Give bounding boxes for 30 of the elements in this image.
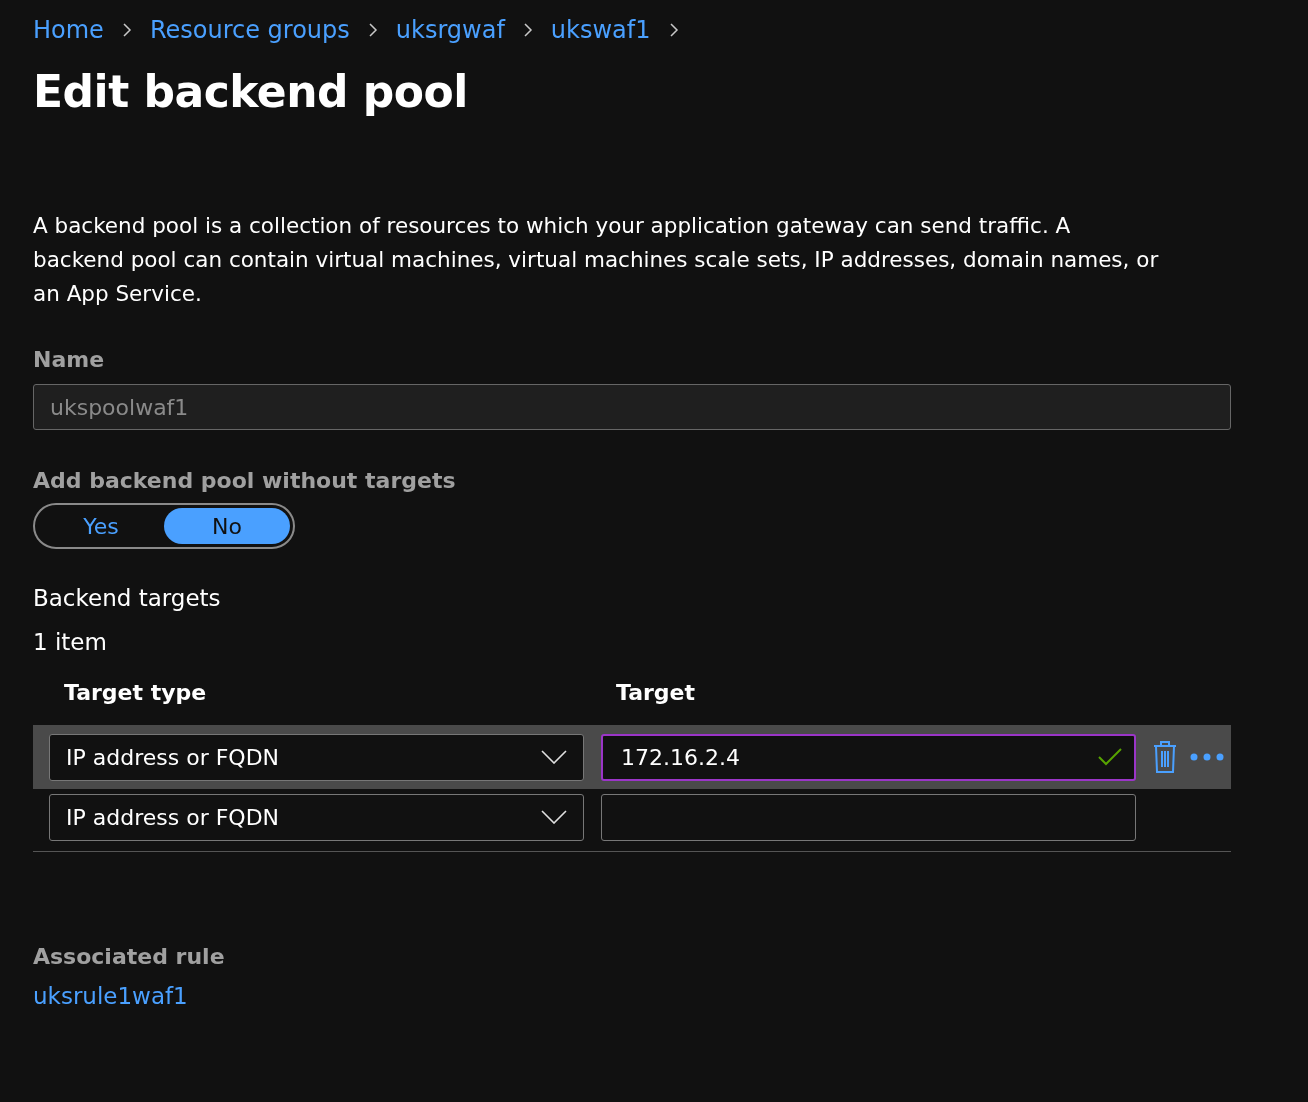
chevron-right-icon <box>668 22 679 38</box>
target-type-dropdown[interactable]: IP address or FQDN <box>49 793 584 841</box>
field-label: Associated rule <box>33 944 226 969</box>
rule-link[interactable]: uksrule1waf1 <box>33 983 188 1009</box>
target-field[interactable]: 172.16.2.4 <box>601 733 1136 781</box>
chevron-right-icon <box>367 22 378 38</box>
chevron-down-icon <box>541 810 567 824</box>
chevron-down-icon <box>541 750 567 764</box>
selected-row[interactable]: IP address or FQDN 172.16.2.4 <box>33 725 1231 789</box>
item-count: 1 item <box>33 629 108 655</box>
target-type-dropdown[interactable]: IP address or FQDN <box>49 733 584 781</box>
breadcrumb-link[interactable]: ukswaf1 <box>550 16 651 44</box>
column-header: Target <box>616 679 696 705</box>
page-title: Edit backend pool <box>33 66 469 117</box>
table-row[interactable]: IP address or FQDN <box>33 789 1231 845</box>
breadcrumb-link[interactable]: uksrgwaf <box>395 16 505 44</box>
chevron-right-icon <box>121 22 132 38</box>
breadcrumb-link[interactable]: Home <box>33 16 104 44</box>
toggle-option[interactable]: No <box>164 508 290 544</box>
trash-icon[interactable] <box>1153 741 1177 773</box>
chevron-right-icon <box>522 22 533 38</box>
section-heading: Backend targets <box>33 585 222 611</box>
column-header: Target type <box>64 679 208 705</box>
target-field[interactable] <box>601 793 1136 841</box>
field-label: Name <box>33 347 106 372</box>
field-label: Add backend pool without targets <box>33 468 457 493</box>
description-text: A backend pool is a collection of resources to which your application gateway can send traffic. A backend pool can contain virtual machines, virtual machines scale sets, IP addresses, domain names, or an App Service. <box>33 212 1160 308</box>
breadcrumb-link[interactable]: Resource groups <box>149 16 350 44</box>
toggle-option[interactable]: Yes <box>38 508 164 544</box>
more-icon[interactable] <box>1190 753 1224 761</box>
